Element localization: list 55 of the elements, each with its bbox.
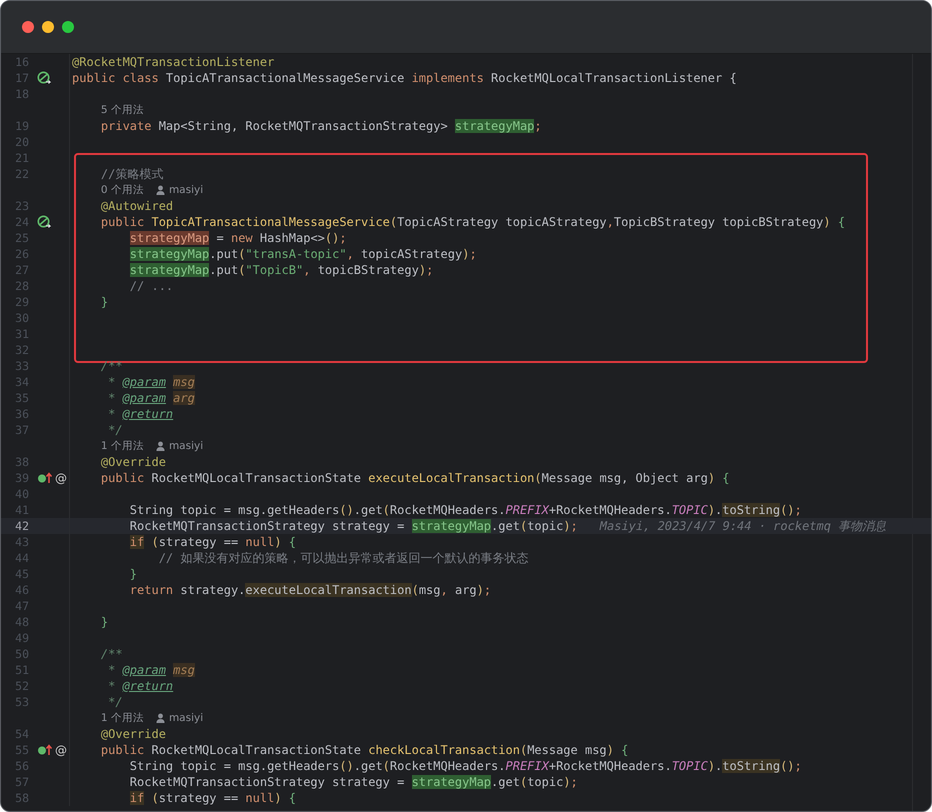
bean-icon xyxy=(37,71,51,85)
author-hint[interactable]: masiyi xyxy=(168,438,204,454)
close-window-button[interactable] xyxy=(22,21,34,33)
code-line: // 如果没有对应的策略，可以抛出异常或者返回一个默认的事务状态 xyxy=(158,550,530,566)
code-line: public RocketMQLocalTransactionState executeLocalTransaction(Message msg, Object arg) { xyxy=(100,470,731,486)
code-line: if (strategy == null) { xyxy=(128,790,298,806)
code-line: /** xyxy=(100,646,124,662)
code-line: */ xyxy=(107,422,124,438)
code-line: */ xyxy=(107,694,124,710)
code-line: @Override xyxy=(100,726,167,742)
code-line: //策略模式 xyxy=(100,166,164,182)
code-line: * @param msg xyxy=(107,374,196,390)
usages-hint[interactable]: 1 个用法 xyxy=(100,710,144,726)
code-line: RocketMQTransactionStrategy strategy = strategyMap.get(topic); xyxy=(128,774,579,790)
override-mark[interactable]: @ xyxy=(55,742,67,758)
code-line: if (strategy == null) { xyxy=(128,534,298,550)
code-line: @Autowired xyxy=(100,198,174,214)
person-icon xyxy=(156,185,165,195)
code-line: } xyxy=(128,566,138,582)
code-line: strategyMap.put("transA-topic", topicAStrategy); xyxy=(128,246,478,262)
author-hint[interactable]: masiyi xyxy=(168,710,204,726)
blame-annotation: Masiyi, 2023/4/7 9:44 · rocketmq 事物消息 xyxy=(600,519,886,533)
code-line: * @param msg xyxy=(107,662,196,678)
implements-arrow-icon xyxy=(37,743,53,757)
code-line: * @return xyxy=(107,406,174,422)
implements-arrow-icon xyxy=(37,471,53,485)
code-line: public RocketMQLocalTransactionState checkLocalTransaction(Message msg) { xyxy=(100,742,630,758)
code-line: * @return xyxy=(107,678,174,694)
code-line: strategyMap.put("TopicB", topicBStrategy); xyxy=(128,262,434,278)
code-line: } xyxy=(100,294,110,310)
code-line: public class TopicATransactionalMessageService implements RocketMQLocalTransactionListener { xyxy=(71,70,738,86)
code-line: } xyxy=(100,614,110,630)
code-line: @RocketMQTransactionListener xyxy=(71,54,276,70)
usages-hint[interactable]: 1 个用法 xyxy=(100,438,144,454)
person-icon xyxy=(156,713,165,723)
code-line: return strategy.executeLocalTransaction(msg, arg); xyxy=(128,582,492,598)
usages-hint[interactable]: 0 个用法 xyxy=(100,182,144,198)
bean-icon xyxy=(37,215,51,229)
code-line: /** xyxy=(100,358,124,374)
code-line: String topic = msg.getHeaders().get(RocketMQHeaders.PREFIX+RocketMQHeaders.TOPIC).toString(); xyxy=(128,502,803,518)
code-line: public TopicATransactionalMessageService(TopicAStrategy topicAStrategy,TopicBStrategy topicBStrategy) { xyxy=(100,214,846,230)
zoom-window-button[interactable] xyxy=(62,21,74,33)
code-line: private Map<String, RocketMQTransactionStrategy> strategyMap; xyxy=(100,118,543,134)
code-line: RocketMQTransactionStrategy strategy = strategyMap.get(topic); Masiyi, 2023/4/7 9:44 · rocketmq 事物消息 xyxy=(128,518,888,534)
code-line: * @param arg xyxy=(107,390,196,406)
author-hint[interactable]: masiyi xyxy=(168,182,204,198)
code-line: strategyMap = new HashMap<>(); xyxy=(128,230,348,246)
line-number: 42 xyxy=(15,518,30,534)
code-line: @Override xyxy=(100,454,167,470)
override-mark[interactable]: @ xyxy=(55,470,67,486)
person-icon xyxy=(156,441,165,451)
minimize-window-button[interactable] xyxy=(42,21,54,33)
usages-hint[interactable]: 5 个用法 xyxy=(100,102,144,118)
code-line: String topic = msg.getHeaders().get(RocketMQHeaders.PREFIX+RocketMQHeaders.TOPIC).toString(); xyxy=(128,758,803,774)
code-line: // ... xyxy=(128,278,174,294)
